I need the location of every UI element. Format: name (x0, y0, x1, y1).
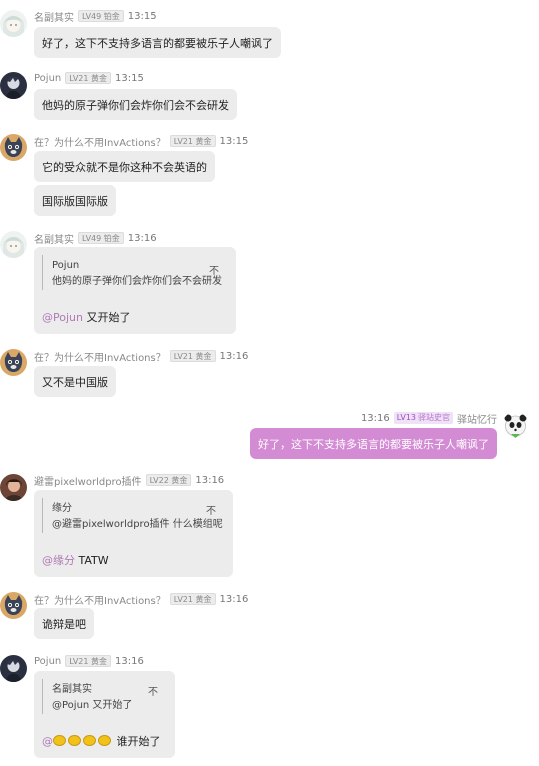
lemon-emoji-icon (68, 735, 81, 746)
timestamp: 13:16 (127, 232, 157, 244)
mention-link[interactable]: @ (42, 735, 53, 748)
anime-girl-avatar-icon[interactable] (0, 231, 27, 258)
sender-name[interactable]: 名副其实 (34, 231, 74, 246)
cat-avatar-icon[interactable] (0, 134, 27, 161)
quoted-author: 缘分 (52, 503, 72, 514)
level-badge: LV49 铂金 (78, 10, 124, 22)
level-badge: LV21 黄金 (169, 135, 216, 147)
reply-text: @ 谁开始了 (42, 733, 161, 749)
lemon-emoji-icon (53, 735, 66, 746)
quoted-message[interactable]: 缘分 @避雷pixelworldpro插件 什么模组呢 不 (42, 498, 223, 533)
panda-avatar-icon[interactable] (502, 412, 529, 439)
sender-name[interactable]: Pojun (34, 656, 61, 667)
message-bubble[interactable]: 又不是中国版 (34, 366, 116, 397)
dark-figure-avatar-icon[interactable] (0, 655, 27, 682)
level-badge: LV22 黄金 (145, 474, 192, 486)
timestamp: 13:15 (115, 72, 144, 84)
close-quote-icon[interactable]: 不 (206, 502, 216, 517)
timestamp: 13:16 (195, 474, 225, 486)
sender-name[interactable]: 在？为什么不用InvActions？ (34, 349, 166, 364)
dark-figure-avatar-icon[interactable] (0, 72, 27, 99)
quoted-text: @Pojun 又开始了 (52, 700, 133, 711)
quoted-message-card[interactable]: 名副其实 @Pojun 又开始了 不 @ 谁开始了 (34, 671, 175, 758)
lemon-emoji-icon (98, 735, 111, 746)
mention-link[interactable]: @Pojun (42, 311, 83, 324)
message-bubble[interactable]: 国际版国际版 (34, 185, 116, 216)
close-quote-icon[interactable]: 不 (209, 262, 219, 277)
message-text: 它的受众就不是你这种不会英语的 (42, 160, 207, 174)
message-bubble[interactable]: 好了，这下不支持多语言的都要被乐子人嘲讽了 (250, 428, 497, 459)
message-bubble[interactable]: 它的受众就不是你这种不会英语的 (34, 151, 215, 182)
sender-name[interactable]: 在？为什么不用InvActions？ (34, 592, 166, 607)
quoted-text: 他妈的原子弹你们会炸你们会不会研发 (52, 276, 222, 287)
cat-avatar-icon[interactable] (0, 349, 27, 376)
reply-content: TATW (78, 554, 109, 567)
timestamp: 13:16 (219, 350, 249, 362)
level-badge: LV49 铂金 (78, 232, 124, 244)
message-bubble[interactable]: 好了，这下不支持多语言的都要被乐子人嘲讽了 (34, 27, 281, 58)
sender-name[interactable]: 名副其实 (34, 9, 74, 24)
reply-content: 谁开始了 (116, 735, 161, 748)
quoted-message[interactable]: 名副其实 @Pojun 又开始了 不 (42, 679, 164, 714)
message-text: 诡辩是吧 (42, 617, 86, 631)
message-text: 好了，这下不支持多语言的都要被乐子人嘲讽了 (258, 437, 489, 451)
sender-name[interactable]: Pojun (34, 73, 61, 84)
message-bubble[interactable]: 诡辩是吧 (34, 608, 94, 639)
lemon-emoji-icon (83, 735, 96, 746)
quoted-message-card[interactable]: 缘分 @避雷pixelworldpro插件 什么模组呢 不 @缘分 TATW (34, 490, 233, 577)
level-badge: LV21 黄金 (65, 72, 112, 84)
level-badge: LV21 黄金 (169, 593, 216, 605)
quoted-message-card[interactable]: Pojun 他妈的原子弹你们会炸你们会不会研发 不 @Pojun 又开始了 (34, 247, 236, 334)
message-text: 他妈的原子弹你们会炸你们会不会研发 (42, 98, 229, 112)
message-text: 好了，这下不支持多语言的都要被乐子人嘲讽了 (42, 36, 273, 50)
sender-name[interactable]: 避雷pixelworldpro插件 (34, 473, 142, 488)
sender-name[interactable]: 驿站忆行 (457, 411, 497, 426)
quoted-text: @避雷pixelworldpro插件 什么模组呢 (52, 519, 223, 530)
message-bubble[interactable]: 他妈的原子弹你们会炸你们会不会研发 (34, 89, 237, 120)
message-text: 又不是中国版 (42, 375, 108, 389)
reply-text: @缘分 TATW (42, 552, 109, 568)
reply-content: 又开始了 (86, 311, 131, 324)
person-avatar-icon[interactable] (0, 474, 27, 501)
timestamp: 13:16 (115, 655, 144, 667)
level-value: LV13 (396, 413, 416, 422)
level-badge: LV13 驿站史官 (393, 412, 453, 424)
mention-link[interactable]: @缘分 (42, 554, 75, 567)
role-title: 驿站史官 (418, 413, 450, 422)
timestamp: 13:15 (127, 10, 157, 22)
close-quote-icon[interactable]: 不 (148, 683, 158, 698)
quoted-message[interactable]: Pojun 他妈的原子弹你们会炸你们会不会研发 不 (42, 255, 225, 290)
reply-text: @Pojun 又开始了 (42, 309, 130, 325)
level-badge: LV21 黄金 (65, 655, 112, 667)
level-badge: LV21 黄金 (169, 350, 216, 362)
sender-name[interactable]: 在？为什么不用InvActions？ (34, 134, 166, 149)
timestamp: 13:15 (219, 135, 249, 147)
cat-avatar-icon[interactable] (0, 592, 27, 619)
timestamp: 13:16 (360, 412, 390, 424)
anime-girl-avatar-icon[interactable] (0, 10, 27, 37)
quoted-author: Pojun (52, 260, 80, 271)
message-text: 国际版国际版 (42, 194, 108, 208)
timestamp: 13:16 (219, 593, 249, 605)
